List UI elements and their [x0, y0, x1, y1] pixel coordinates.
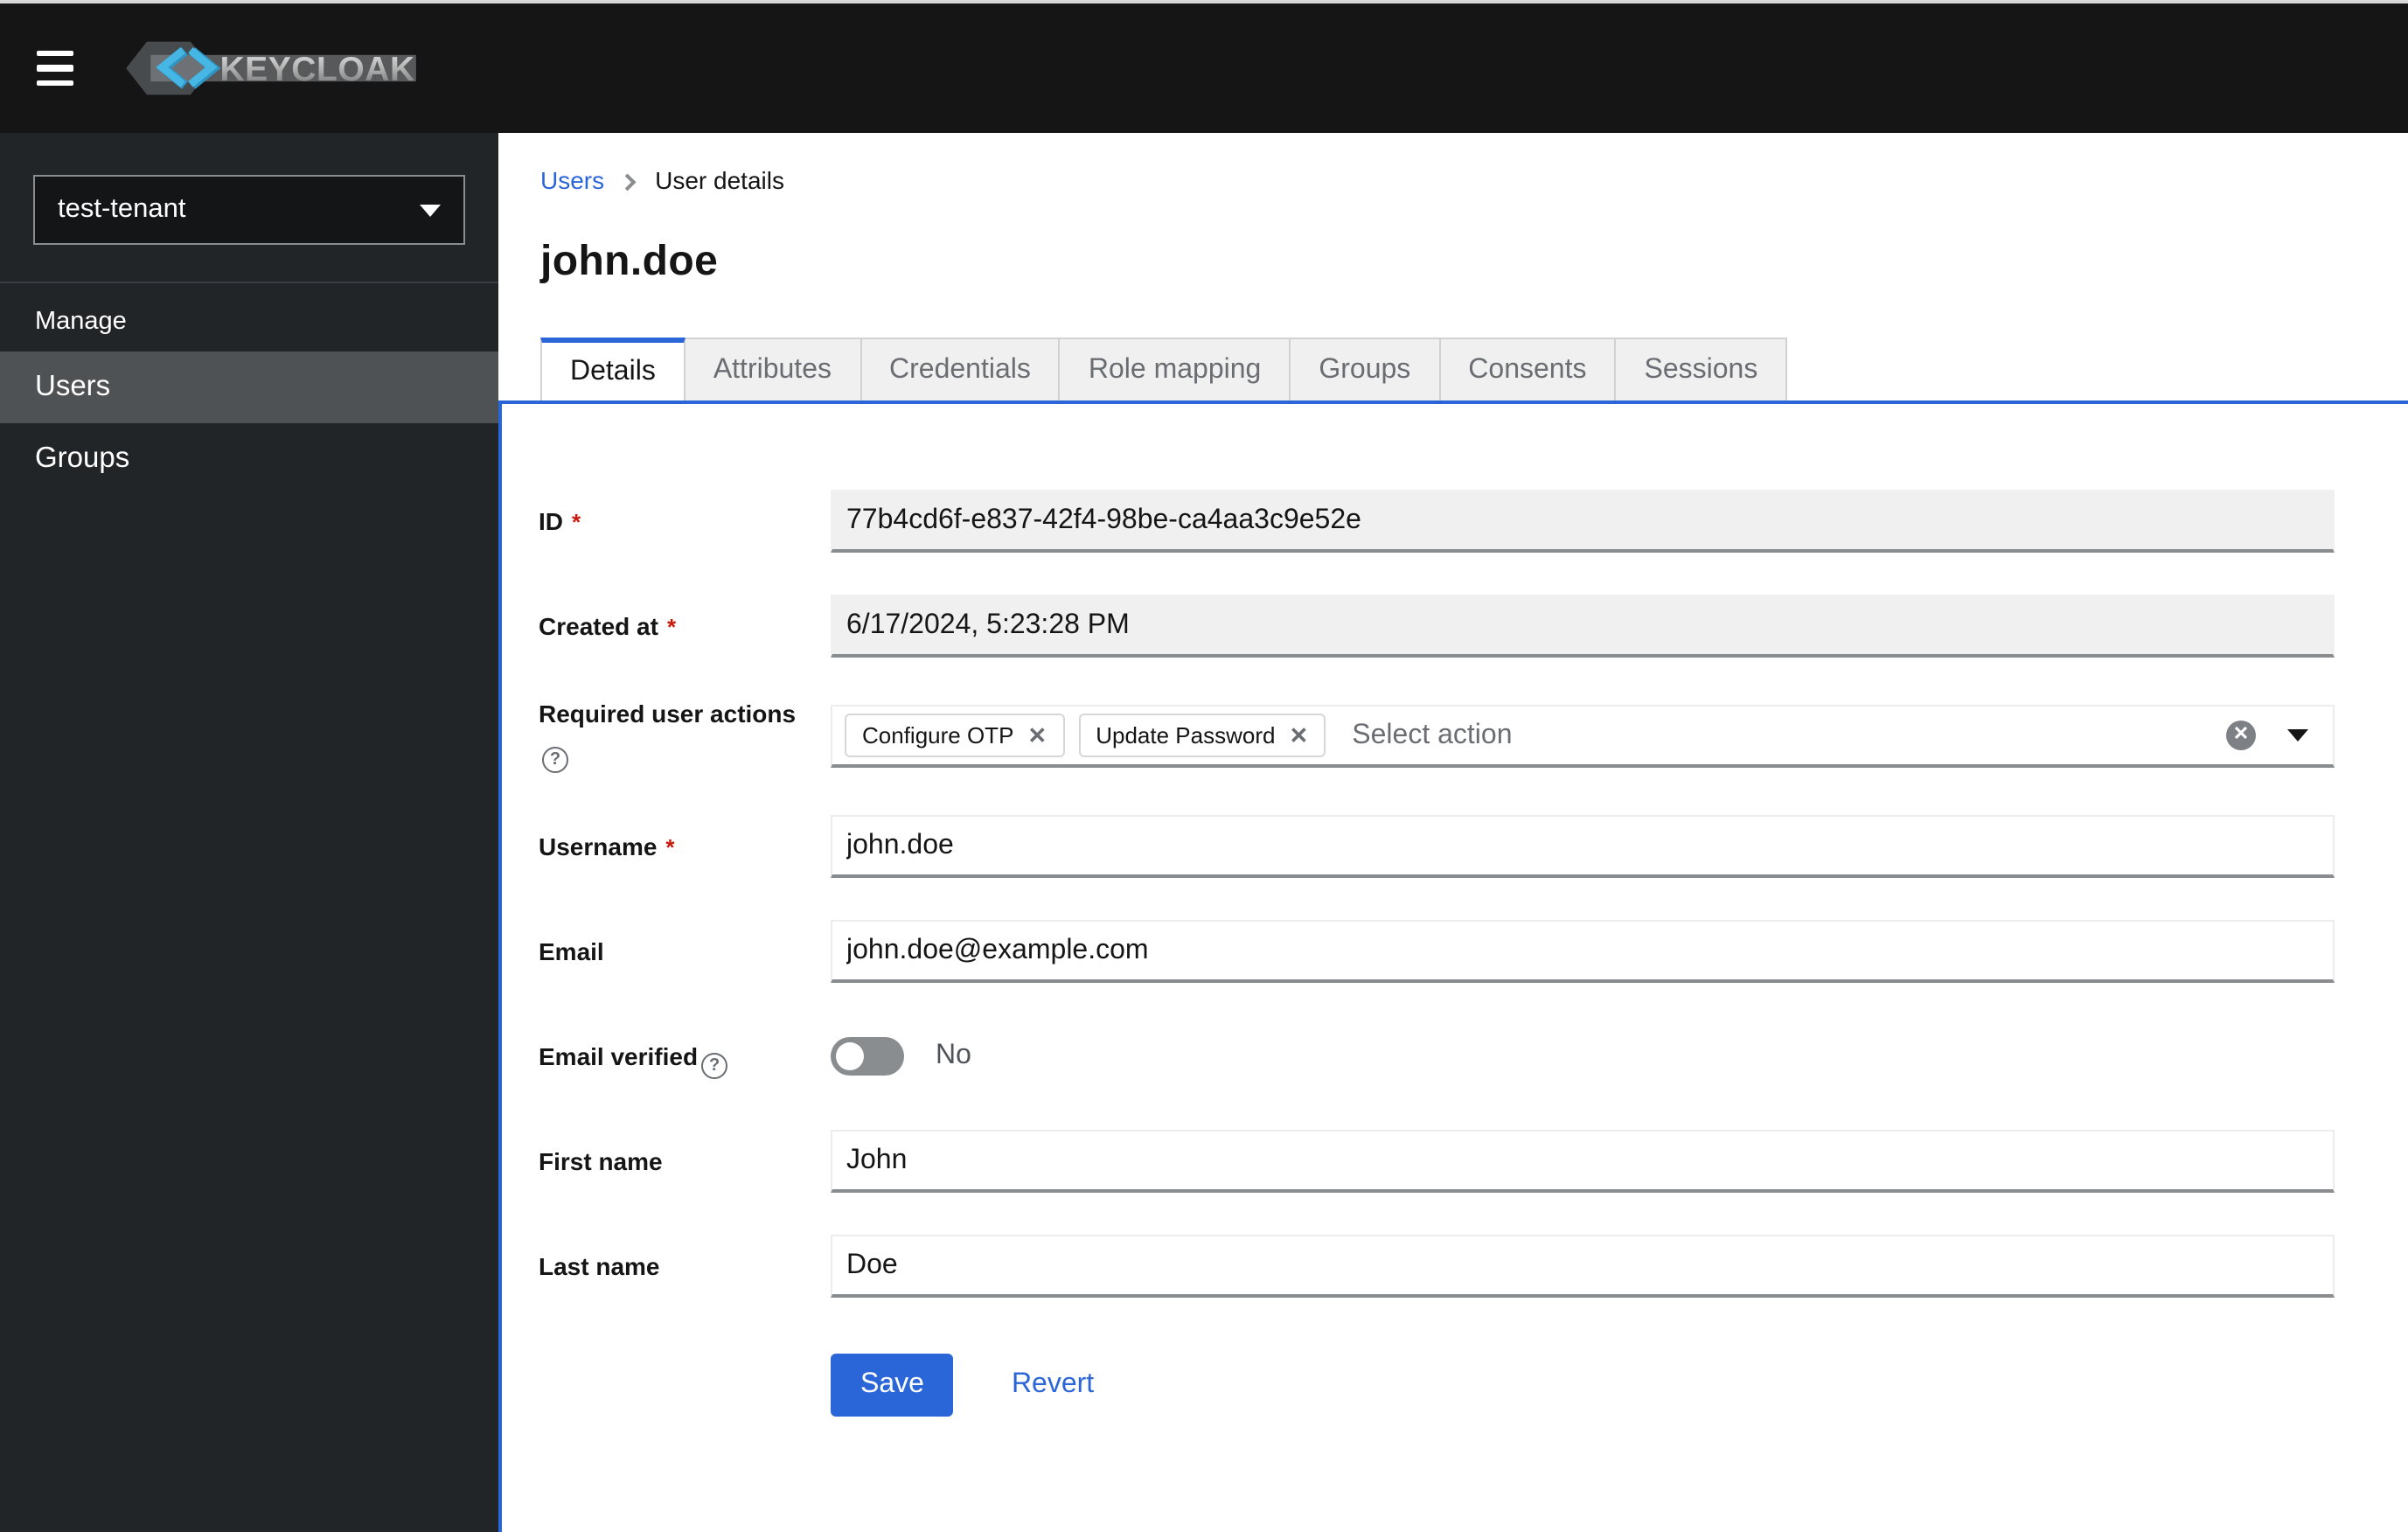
main-content: Users User details john.doe Details Attr… — [498, 133, 2408, 1532]
sidebar-item-users[interactable]: Users — [0, 352, 498, 423]
form-row-first-name: First name — [539, 1130, 2335, 1193]
keycloak-logo[interactable]: KEYCLOAK — [124, 38, 418, 98]
id-label: ID — [539, 507, 563, 535]
label-cell: Last name — [539, 1235, 831, 1298]
form-row-email: Email — [539, 920, 2335, 983]
created-at-field — [831, 595, 2335, 658]
input-cell — [831, 1235, 2335, 1298]
last-name-label: Last name — [539, 1252, 660, 1280]
sidebar-item-label: Groups — [35, 442, 130, 474]
revert-link[interactable]: Revert — [1012, 1369, 1094, 1401]
keycloak-admin-console: KEYCLOAK test-tenant Manage Users Groups — [0, 0, 2408, 1532]
chip-configure-otp: Configure OTP ✕ — [845, 714, 1065, 757]
required-user-actions-label: Required user actions — [539, 700, 797, 728]
first-name-field[interactable] — [831, 1130, 2335, 1193]
email-verified-state: No — [936, 1041, 971, 1070]
email-verified-toggle[interactable] — [831, 1037, 904, 1076]
label-cell: First name — [539, 1130, 831, 1193]
form-row-last-name: Last name — [539, 1235, 2335, 1298]
username-label: Username — [539, 832, 658, 860]
breadcrumb-link-users[interactable]: Users — [540, 166, 604, 194]
form-row-email-verified: Email verified ? No — [539, 1025, 2335, 1088]
tab-credentials[interactable]: Credentials — [861, 338, 1061, 400]
first-name-label: First name — [539, 1147, 663, 1175]
details-tab-panel: ID * Created at * — [498, 404, 2408, 1532]
form-actions: Save Revert — [831, 1354, 2335, 1417]
form-row-id: ID * — [539, 490, 2335, 553]
label-cell: Required user actions ? — [539, 700, 831, 773]
times-circle-icon[interactable]: ✕ — [2226, 721, 2256, 750]
chip-label: Update Password — [1096, 722, 1276, 749]
required-asterisk: * — [665, 833, 675, 860]
screenshot-viewport: KEYCLOAK test-tenant Manage Users Groups — [0, 0, 2408, 1532]
save-button[interactable]: Save — [831, 1354, 954, 1417]
user-details-form: ID * Created at * — [539, 490, 2335, 1417]
sidebar-nav: Manage Users Groups — [0, 283, 498, 495]
breadcrumb-chevron-icon — [617, 172, 636, 191]
username-field[interactable] — [831, 815, 2335, 878]
created-at-label: Created at — [539, 612, 658, 640]
page-layout: test-tenant Manage Users Groups Users Us… — [0, 133, 2408, 1532]
realm-selector-value: test-tenant — [58, 194, 186, 224]
input-cell — [831, 920, 2335, 983]
last-name-field[interactable] — [831, 1235, 2335, 1298]
form-row-username: Username * — [539, 815, 2335, 878]
hamburger-menu-icon[interactable] — [37, 51, 79, 86]
brand-wordmark: KEYCLOAK — [219, 51, 414, 88]
required-asterisk: * — [572, 508, 581, 534]
page-title: john.doe — [540, 238, 719, 285]
multiselect-controls: ✕ — [2226, 721, 2308, 750]
toggle-knob — [836, 1042, 864, 1070]
tab-role-mapping[interactable]: Role mapping — [1060, 338, 1291, 400]
required-asterisk: * — [666, 613, 677, 639]
input-cell: No — [831, 1025, 2335, 1088]
label-cell: Email verified ? — [539, 1025, 831, 1088]
chip-label: Configure OTP — [862, 722, 1014, 749]
sidebar: test-tenant Manage Users Groups — [0, 133, 498, 1532]
breadcrumb-current: User details — [655, 166, 784, 194]
realm-selector-section: test-tenant — [0, 133, 498, 283]
breadcrumb: Users User details — [540, 166, 2366, 194]
times-icon[interactable]: ✕ — [1027, 724, 1047, 747]
input-cell — [831, 815, 2335, 878]
tab-bar: Details Attributes Credentials Role mapp… — [498, 338, 2408, 404]
multiselect-placeholder: Select action — [1352, 720, 1513, 749]
label-cell: Email — [539, 920, 831, 983]
form-row-required-user-actions: Required user actions ? Configure OTP ✕ — [539, 700, 2335, 773]
email-label: Email — [539, 937, 604, 965]
tab-consents[interactable]: Consents — [1440, 338, 1617, 400]
tab-details[interactable]: Details — [540, 338, 686, 400]
chip-update-password: Update Password ✕ — [1078, 714, 1326, 757]
realm-selector[interactable]: test-tenant — [33, 175, 465, 245]
times-icon[interactable]: ✕ — [1289, 724, 1308, 747]
sidebar-item-groups[interactable]: Groups — [0, 423, 498, 495]
input-cell: Configure OTP ✕ Update Password ✕ Select… — [831, 700, 2335, 773]
masthead: KEYCLOAK — [0, 3, 2408, 133]
tab-sessions[interactable]: Sessions — [1616, 338, 1788, 400]
sidebar-item-label: Users — [35, 371, 111, 402]
keycloak-logo-graphic: KEYCLOAK — [126, 41, 416, 95]
caret-down-icon[interactable] — [2287, 729, 2308, 742]
required-user-actions-multiselect[interactable]: Configure OTP ✕ Update Password ✕ Select… — [831, 705, 2335, 768]
question-circle-icon[interactable]: ? — [701, 1053, 728, 1079]
email-field[interactable] — [831, 920, 2335, 983]
page-header: Users User details john.doe — [498, 133, 2408, 287]
id-field — [831, 490, 2335, 553]
tab-attributes[interactable]: Attributes — [685, 338, 861, 400]
input-cell — [831, 595, 2335, 658]
input-cell — [831, 490, 2335, 553]
form-row-created-at: Created at * — [539, 595, 2335, 658]
tab-groups[interactable]: Groups — [1291, 338, 1441, 400]
email-verified-label: Email verified — [539, 1042, 699, 1070]
label-cell: Created at * — [539, 595, 831, 658]
question-circle-icon[interactable]: ? — [542, 747, 568, 773]
caret-down-icon — [420, 204, 441, 216]
input-cell — [831, 1130, 2335, 1193]
label-cell: ID * — [539, 490, 831, 553]
nav-section-manage: Manage — [35, 308, 127, 336]
label-cell: Username * — [539, 815, 831, 878]
